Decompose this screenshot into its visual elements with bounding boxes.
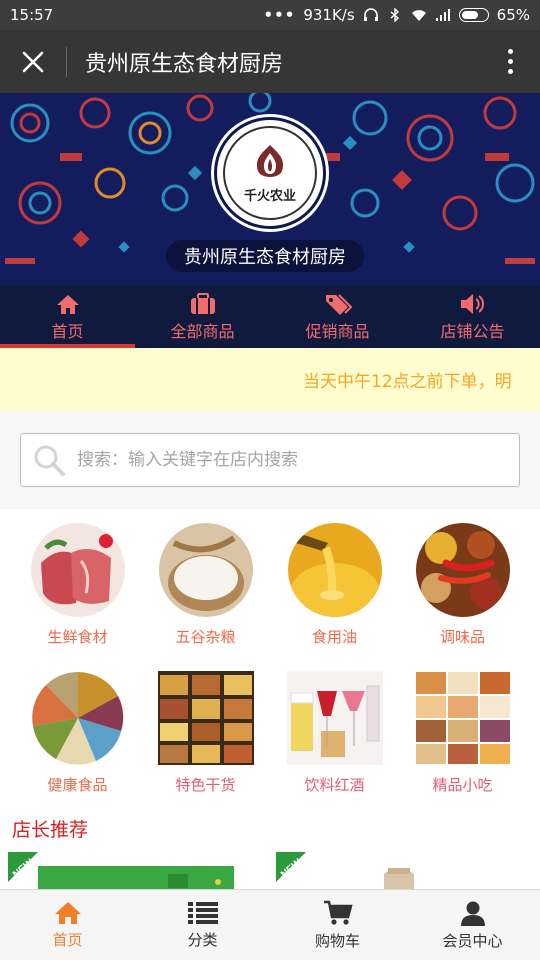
store-logo: 千火农业	[214, 117, 326, 229]
bottom-tab-label: 首页	[52, 930, 83, 949]
close-icon	[22, 51, 44, 72]
category-label: 生鲜食材	[47, 628, 108, 646]
bottom-tab-label: 分类	[187, 930, 218, 949]
home-icon	[56, 292, 80, 316]
tab-promotions[interactable]: 促销商品	[270, 285, 405, 348]
recommend-product-card[interactable]: NEW	[276, 852, 502, 892]
bottom-tab-category[interactable]: 分类	[135, 890, 270, 960]
battery-icon	[458, 8, 489, 22]
category-healthy-food[interactable]: 健康食品	[10, 671, 145, 795]
recommend-product-card[interactable]: NEW	[8, 852, 234, 892]
status-bar: 15:57 ••• 931K/s 65%	[0, 0, 540, 30]
spices-image	[415, 523, 510, 617]
category-dried-goods[interactable]: 特色干货	[138, 671, 273, 795]
status-time: 15:57	[10, 6, 54, 24]
tab-label: 全部商品	[170, 321, 235, 341]
category-oil[interactable]: 食用油	[267, 523, 402, 647]
fresh-meat-image	[30, 523, 125, 617]
home-icon	[54, 901, 81, 924]
category-label: 调味品	[439, 628, 485, 646]
category-grid: 生鲜食材 五谷杂粮 食用油 调味品 健康食品 特色干货 饮料红酒 精品小吃	[0, 509, 540, 809]
more-dot-icon	[507, 49, 513, 54]
store-nav-tabs: 首页 全部商品 促销商品 店铺公告	[0, 285, 540, 348]
search-box[interactable]	[20, 433, 520, 487]
page-title: 贵州原生态食材厨房	[85, 51, 284, 77]
battery-percent: 65%	[496, 6, 530, 24]
flame-logo-icon	[256, 144, 284, 177]
tab-home[interactable]: 首页	[0, 285, 135, 348]
category-grains[interactable]: 五谷杂粮	[138, 523, 273, 647]
more-dot-icon	[507, 69, 513, 74]
volume-icon	[460, 292, 486, 316]
category-snacks[interactable]: 精品小吃	[395, 671, 530, 795]
notice-marquee: 当天中午12点之前下单，明	[0, 348, 540, 411]
bottom-tab-label: 会员中心	[442, 931, 503, 950]
new-badge: NEW	[276, 852, 324, 886]
tab-label: 促销商品	[305, 321, 370, 341]
logo-inner-ring: 千火农业	[223, 126, 317, 220]
bottom-tab-member[interactable]: 会员中心	[405, 890, 540, 960]
user-icon	[460, 901, 485, 926]
dried-goods-image	[157, 671, 254, 765]
store-name: 贵州原生态食材厨房	[166, 240, 364, 272]
new-badge: NEW	[8, 852, 56, 886]
search-input[interactable]	[77, 450, 497, 470]
category-label: 五谷杂粮	[175, 628, 236, 646]
bottom-tab-bar: 首页 分类 购物车 会员中心	[0, 889, 540, 960]
category-seasoning[interactable]: 调味品	[395, 523, 530, 647]
more-dot-icon	[507, 59, 513, 64]
network-speed: 931K/s	[303, 6, 355, 24]
tags-icon	[324, 292, 352, 316]
close-button[interactable]	[0, 30, 66, 93]
drinks-wine-image	[286, 671, 383, 765]
battery-fill	[461, 11, 478, 19]
recommend-section-title: 店长推荐	[12, 819, 89, 841]
store-banner: 千火农业 贵州原生态食材厨房	[0, 93, 540, 285]
list-icon	[187, 901, 218, 924]
tab-label: 首页	[51, 321, 84, 341]
bluetooth-icon	[390, 8, 399, 22]
category-label: 食用油	[311, 628, 357, 646]
snacks-image	[414, 671, 511, 765]
more-button[interactable]	[480, 30, 540, 93]
search-area	[0, 411, 540, 509]
category-drinks[interactable]: 饮料红酒	[267, 671, 402, 795]
tab-all-products[interactable]: 全部商品	[135, 285, 270, 348]
app-screen: 15:57 ••• 931K/s 65% 贵州原生态食材厨房 千火农业 贵州原生…	[0, 0, 540, 960]
cart-icon	[323, 900, 353, 925]
category-fresh-food[interactable]: 生鲜食材	[10, 523, 145, 647]
signal-icon	[435, 9, 450, 21]
bottom-tab-label: 购物车	[314, 931, 360, 950]
logo-text: 千火农业	[243, 188, 296, 204]
briefcase-icon	[190, 292, 216, 316]
tab-label: 店铺公告	[440, 321, 505, 341]
tab-announcements[interactable]: 店铺公告	[405, 285, 540, 348]
rice-image	[158, 523, 253, 617]
headphones-icon	[363, 8, 378, 21]
notice-text: 当天中午12点之前下单，明	[303, 372, 512, 392]
bottom-tab-cart[interactable]: 购物车	[270, 890, 405, 960]
status-right: ••• 931K/s 65%	[264, 6, 530, 24]
category-label: 精品小吃	[432, 776, 493, 794]
search-icon	[21, 443, 77, 477]
wifi-icon	[411, 10, 426, 21]
cooking-oil-image	[287, 523, 382, 617]
healthy-food-image	[31, 671, 125, 765]
category-label: 特色干货	[175, 776, 236, 794]
category-label: 饮料红酒	[304, 776, 365, 794]
status-dots: •••	[263, 6, 296, 24]
bottom-tab-home[interactable]: 首页	[0, 890, 135, 960]
title-bar: 贵州原生态食材厨房	[0, 30, 540, 93]
category-label: 健康食品	[47, 776, 108, 794]
